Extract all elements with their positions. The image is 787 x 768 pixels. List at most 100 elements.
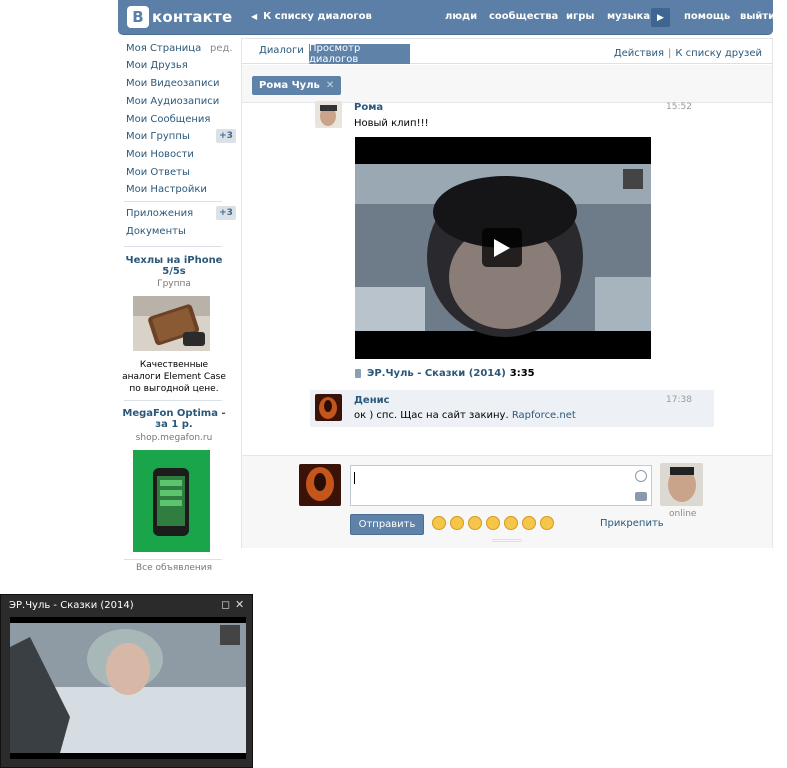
message-text: ок ) спс. Щас на сайт закину. Rapforce.n…: [354, 410, 576, 421]
close-icon[interactable]: ✕: [326, 80, 334, 91]
emoji-icon[interactable]: [486, 516, 500, 530]
all-ads-link[interactable]: Все объявления: [118, 563, 230, 573]
message-link[interactable]: Rapforce.net: [512, 410, 576, 421]
ad-desc-line: Качественные: [139, 360, 209, 370]
sidebar-item-audio[interactable]: Мои Аудиозаписи: [126, 96, 219, 107]
mini-video-player[interactable]: ЭР.Чуль - Сказки (2014) ◻ ✕: [0, 594, 253, 768]
attach-button[interactable]: Прикрепить: [600, 518, 664, 529]
nav-logout[interactable]: выйти: [740, 11, 775, 22]
ad-megafon-subtitle: shop.megafon.ru: [135, 433, 213, 443]
sidebar-item-apps[interactable]: Приложения: [126, 208, 193, 219]
ad-title-line: Чехлы на iPhone: [125, 255, 223, 266]
recipients-bar: Рома Чуль ✕: [242, 65, 772, 103]
sidebar-item-my-page[interactable]: Моя Страница: [126, 43, 201, 54]
back-to-friends-link[interactable]: К списку друзей: [675, 48, 762, 59]
avatar[interactable]: [315, 394, 342, 421]
expand-icon[interactable]: ◻: [221, 598, 230, 611]
dialog-tabs: Диалоги Просмотр диалогов Действия | К спи…: [242, 39, 772, 65]
video-duration: 3:35: [509, 368, 535, 379]
tab-dialogs[interactable]: Диалоги: [259, 45, 304, 56]
nav-music[interactable]: музыка: [607, 11, 650, 22]
recipient-chip[interactable]: Рома Чуль ✕: [252, 76, 342, 95]
nav-people[interactable]: люди: [445, 11, 477, 22]
groups-count-badge[interactable]: +3: [216, 129, 236, 143]
divider: |: [668, 48, 672, 59]
ad-iphone-cases-subtitle: Группа: [157, 279, 191, 289]
send-button[interactable]: Отправить: [350, 514, 424, 535]
ad-title-line: 5/5s: [162, 266, 186, 277]
video-caption[interactable]: ЭР.Чуль - Сказки (2014) 3:35: [355, 368, 535, 379]
video-play-button[interactable]: [482, 228, 522, 267]
emoji-icon[interactable]: [522, 516, 536, 530]
back-to-dialogs-link[interactable]: ◀ К списку диалогов: [251, 11, 372, 22]
emoji-icon[interactable]: [540, 516, 554, 530]
ad-iphone-cases-image[interactable]: [133, 296, 210, 351]
sidebar-item-videos[interactable]: Мои Видеозаписи: [126, 78, 219, 89]
edit-profile-link[interactable]: ред.: [210, 43, 233, 54]
sidebar-item-messages[interactable]: Мои Сообщения: [126, 114, 210, 125]
tab-view-dialogs[interactable]: Просмотр диалогов: [309, 43, 410, 65]
ad-title-line: за 1 р.: [155, 419, 193, 430]
vk-logo-text: контакте: [152, 8, 233, 26]
smile-icon[interactable]: [635, 470, 647, 482]
message-composer: online Отправить Прикрепить: [242, 455, 772, 548]
nav-communities[interactable]: сообщества: [489, 11, 558, 22]
sidebar-item-news[interactable]: Мои Новости: [126, 149, 194, 160]
sidebar-divider: [124, 246, 222, 247]
resize-grip[interactable]: [492, 539, 522, 542]
emoji-icon[interactable]: [432, 516, 446, 530]
emoji-icon[interactable]: [450, 516, 464, 530]
ad-iphone-cases-title[interactable]: Чехлы на iPhone 5/5s: [118, 255, 230, 277]
recipient-chip-label: Рома Чуль: [259, 80, 320, 91]
message-text: Новый клип!!!: [354, 118, 429, 129]
mini-player-video[interactable]: [10, 617, 246, 759]
sidebar-divider: [124, 201, 222, 202]
sidebar-item-groups[interactable]: Мои Группы: [126, 131, 190, 142]
mini-player-title: ЭР.Чуль - Сказки (2014): [9, 600, 134, 611]
vk-logo[interactable]: В контакте: [127, 6, 232, 28]
sidebar-item-settings[interactable]: Мои Настройки: [126, 184, 207, 195]
video-title[interactable]: ЭР.Чуль - Сказки (2014): [367, 368, 506, 379]
vk-logo-icon: В: [127, 6, 149, 28]
music-play-button[interactable]: ▶: [651, 8, 670, 27]
message-time: 15:52: [666, 102, 692, 112]
message-input[interactable]: [350, 465, 652, 506]
avatar-denis-image: [315, 394, 342, 421]
iphone-case-image: [133, 296, 210, 351]
my-avatar-image: [299, 464, 341, 506]
video-icon: [355, 369, 361, 378]
online-status: online: [669, 509, 697, 519]
close-icon[interactable]: ✕: [235, 598, 244, 611]
ad-title-line: MegaFon Optima -: [122, 408, 226, 419]
sidebar-item-answers[interactable]: Мои Ответы: [126, 167, 190, 178]
text-caret: [354, 472, 355, 484]
ad-megafon-title[interactable]: MegaFon Optima - за 1 р.: [118, 408, 230, 430]
actions-menu[interactable]: Действия: [614, 48, 664, 59]
mini-video-frame: [10, 617, 246, 759]
ad-megafon-image[interactable]: [133, 450, 210, 552]
back-to-dialogs-label: К списку диалогов: [263, 11, 372, 22]
sidebar-item-friends[interactable]: Мои Друзья: [126, 60, 188, 71]
message-author[interactable]: Рома: [354, 102, 383, 113]
ad-desc-line: аналоги Element Case: [122, 372, 226, 382]
play-icon: ▶: [657, 12, 664, 23]
nav-games[interactable]: игры: [566, 11, 594, 22]
chevron-left-icon: ◀: [251, 12, 258, 21]
avatar[interactable]: [315, 101, 342, 128]
recipient-avatar-image: [660, 463, 703, 506]
message-author[interactable]: Денис: [354, 395, 390, 406]
emoji-icon[interactable]: [468, 516, 482, 530]
video-attachment[interactable]: [355, 137, 651, 359]
avatar-roma-image: [315, 101, 342, 128]
top-bar: В контакте ◀ К списку диалогов люди сооб…: [118, 0, 775, 35]
sidebar-item-documents[interactable]: Документы: [126, 226, 186, 237]
apps-count-badge[interactable]: +3: [216, 206, 236, 220]
avatar[interactable]: [660, 463, 703, 506]
sidebar-divider: [124, 400, 222, 401]
avatar[interactable]: [299, 464, 341, 506]
emoji-icon[interactable]: [504, 516, 518, 530]
camera-icon[interactable]: [635, 492, 647, 501]
sidebar-divider: [124, 559, 222, 560]
nav-help[interactable]: помощь: [684, 11, 730, 22]
dialog-actions: Действия | К списку друзей: [614, 48, 762, 59]
